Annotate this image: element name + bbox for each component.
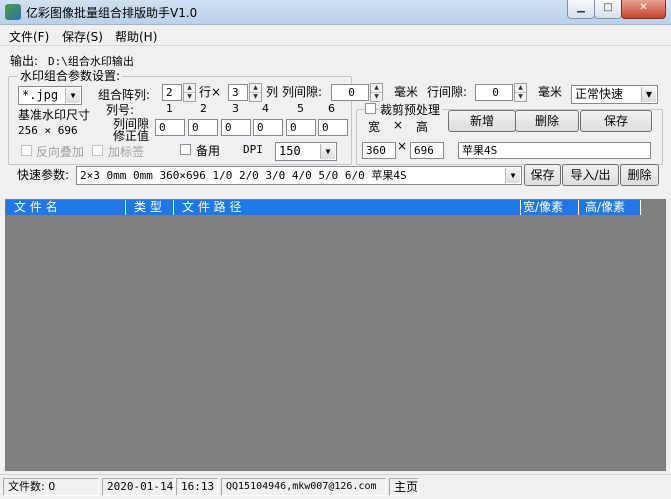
minimize-icon: ▁ xyxy=(577,2,585,13)
dpi-label: DPI xyxy=(243,143,263,156)
menu-help[interactable]: 帮助(H) xyxy=(115,28,157,45)
status-file-count: 文件数: 0 xyxy=(3,478,99,496)
crop-delete-button[interactable]: 删除 xyxy=(515,110,579,132)
col-gap-fix-label-2: 修正值 xyxy=(113,129,150,143)
quick-params-select[interactable]: 2×3 0mm 0mm 360×696 1/0 2/0 3/0 4/0 5/0 … xyxy=(76,166,522,185)
minimize-button[interactable]: ▁ xyxy=(567,0,595,19)
chevron-down-icon: ▼ xyxy=(505,168,520,183)
col-gap-fix-input-2[interactable]: 0 xyxy=(188,119,218,136)
chevron-down-icon: ▼ xyxy=(320,144,335,159)
col-number-3: 3 xyxy=(232,102,239,115)
crop-name-input[interactable]: 苹果4S xyxy=(458,142,651,159)
chevron-down-icon: ▼ xyxy=(641,87,656,102)
title-bar: 亿彩图像批量组合排版助手V1.0 ▁ □ ✕ xyxy=(0,0,671,25)
rows-spinner[interactable]: ▲ ▼ xyxy=(183,83,196,102)
maximize-icon: □ xyxy=(603,2,613,13)
col-header-width[interactable]: 宽/像素 xyxy=(521,200,579,215)
params-group-title: 水印组合参数设置: xyxy=(18,67,123,84)
window-title: 亿彩图像批量组合排版助手V1.0 xyxy=(26,6,198,20)
dpi-select-value: 150 xyxy=(279,144,301,158)
add-tag-checkbox[interactable] xyxy=(92,145,103,156)
status-home-link[interactable]: 主页 xyxy=(389,478,419,496)
col-header-filename[interactable]: 文 件 名 xyxy=(6,200,126,215)
crop-width-input[interactable]: 360 xyxy=(362,142,396,159)
cols-label: 列 xyxy=(266,85,279,99)
app-window: 亿彩图像批量组合排版助手V1.0 ▁ □ ✕ 文件(F) 保存(S) 帮助(H)… xyxy=(0,0,671,499)
reverse-label: 反向叠加 xyxy=(36,145,85,159)
rows-label: 行× xyxy=(199,85,222,99)
file-list-header: 文 件 名 类 型 文 件 路 径 宽/像素 高/像素 xyxy=(6,200,641,215)
row-gap-unit: 毫米 xyxy=(538,85,563,99)
crop-checkbox[interactable] xyxy=(365,103,376,114)
status-date: 2020-01-14 xyxy=(102,478,174,496)
chevron-down-icon: ▼ xyxy=(65,88,80,103)
menu-bar: 文件(F) 保存(S) 帮助(H) xyxy=(0,25,671,46)
mode-select-value: 正常快速 xyxy=(575,87,624,101)
backup-label: 备用 xyxy=(196,144,221,158)
backup-checkbox[interactable] xyxy=(180,144,191,155)
col-gap-label: 列间隙: xyxy=(282,85,323,99)
base-size-value: 256 × 696 xyxy=(18,124,78,137)
maximize-button[interactable]: □ xyxy=(594,0,622,19)
col-header-path[interactable]: 文 件 路 径 xyxy=(174,200,521,215)
rows-input[interactable]: 2 xyxy=(162,84,182,101)
status-bar: 文件数: 0 2020-01-14 16:13 QQ15104946,mkw00… xyxy=(0,474,671,499)
col-gap-unit: 毫米 xyxy=(394,85,419,99)
crop-height-input[interactable]: 696 xyxy=(410,142,444,159)
col-header-type[interactable]: 类 型 xyxy=(126,200,174,215)
col-number-1: 1 xyxy=(166,102,173,115)
file-list[interactable]: 文 件 名 类 型 文 件 路 径 宽/像素 高/像素 xyxy=(5,199,666,471)
col-number-4: 4 xyxy=(262,102,269,115)
crop-add-button[interactable]: 新增 xyxy=(448,110,516,132)
crop-times-label: × xyxy=(393,118,404,132)
status-contact: QQ15104946,mkw007@126.com xyxy=(221,478,386,496)
mode-select[interactable]: 正常快速 ▼ xyxy=(571,85,658,104)
crop-height-label: 高 xyxy=(416,120,429,134)
row-gap-input[interactable]: 0 xyxy=(475,84,513,101)
crop-times-label-2: × xyxy=(397,139,408,153)
crop-save-button[interactable]: 保存 xyxy=(580,110,652,132)
quick-delete-button[interactable]: 删除 xyxy=(620,164,659,186)
col-gap-fix-input-5[interactable]: 0 xyxy=(286,119,316,136)
format-select-value: *.jpg xyxy=(22,88,59,102)
format-select[interactable]: *.jpg ▼ xyxy=(18,86,82,105)
col-gap-fix-input-1[interactable]: 0 xyxy=(155,119,185,136)
add-tag-label: 加标签 xyxy=(108,145,145,159)
quick-params-value: 2×3 0mm 0mm 360×696 1/0 2/0 3/0 4/0 5/0 … xyxy=(80,169,407,182)
app-icon xyxy=(5,4,21,20)
col-number-2: 2 xyxy=(200,102,207,115)
col-gap-spinner[interactable]: ▲ ▼ xyxy=(370,83,383,102)
col-gap-fix-input-6[interactable]: 0 xyxy=(318,119,348,136)
col-gap-fix-input-4[interactable]: 0 xyxy=(253,119,283,136)
menu-file[interactable]: 文件(F) xyxy=(9,28,49,45)
base-size-label: 基准水印尺寸 xyxy=(18,108,91,122)
menu-save[interactable]: 保存(S) xyxy=(62,28,103,45)
col-gap-input[interactable]: 0 xyxy=(331,84,369,101)
quick-save-button[interactable]: 保存 xyxy=(524,164,561,186)
crop-width-label: 宽 xyxy=(368,120,381,134)
col-gap-fix-input-3[interactable]: 0 xyxy=(221,119,251,136)
col-header-height[interactable]: 高/像素 xyxy=(579,200,641,215)
quick-import-export-button[interactable]: 导入/出 xyxy=(562,164,619,186)
close-icon: ✕ xyxy=(639,2,648,13)
col-number-6: 6 xyxy=(328,102,335,115)
quick-params-label: 快速参数: xyxy=(17,168,70,182)
cols-spinner[interactable]: ▲ ▼ xyxy=(249,83,262,102)
reverse-checkbox[interactable] xyxy=(21,145,32,156)
row-gap-spinner[interactable]: ▲ ▼ xyxy=(514,83,527,102)
close-button[interactable]: ✕ xyxy=(621,0,666,19)
dpi-select[interactable]: 150 ▼ xyxy=(275,142,337,161)
col-number-5: 5 xyxy=(297,102,304,115)
cols-input[interactable]: 3 xyxy=(228,84,248,101)
crop-group-title: 裁剪预处理 xyxy=(380,101,443,118)
status-time: 16:13 xyxy=(176,478,218,496)
row-gap-label: 行间隙: xyxy=(427,85,468,99)
